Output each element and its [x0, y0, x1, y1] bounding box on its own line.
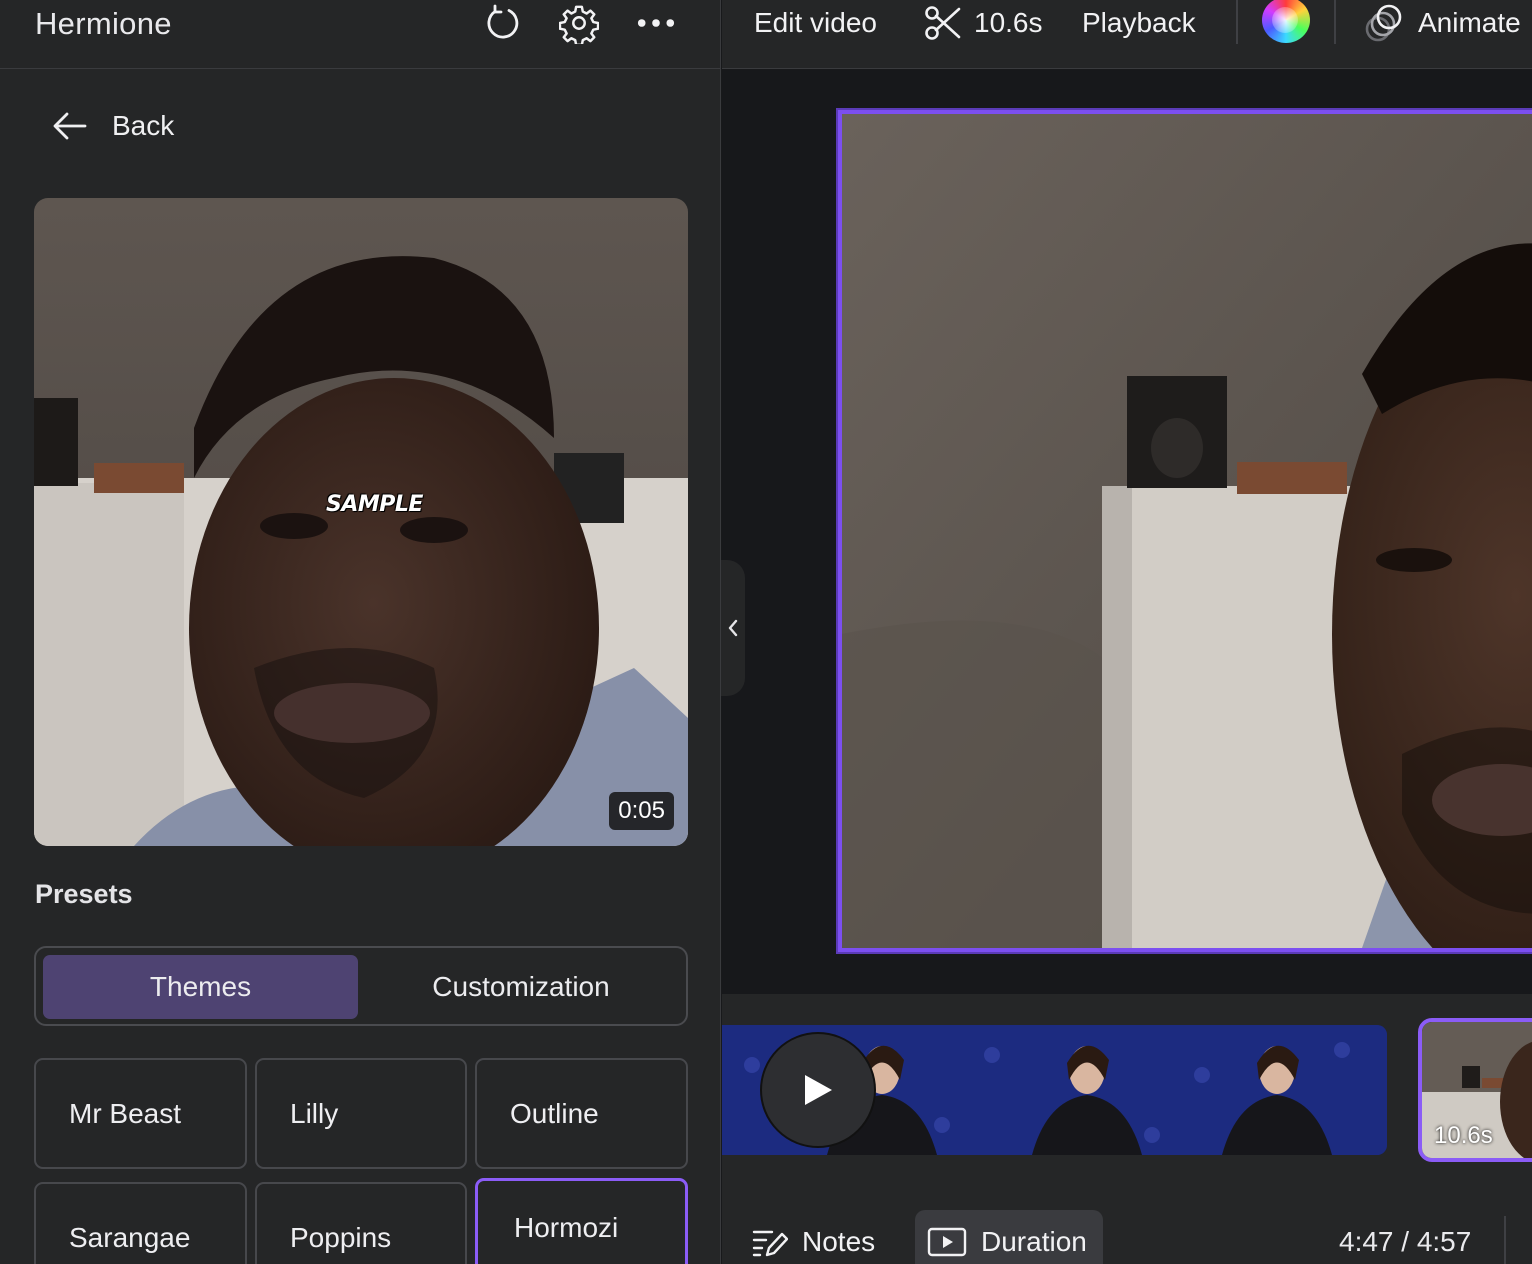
duration-button[interactable]: Duration: [915, 1210, 1103, 1264]
play-button[interactable]: [760, 1032, 876, 1148]
edit-video-button[interactable]: Edit video: [754, 3, 877, 43]
timeline-clip-selected[interactable]: 10.6s: [1418, 1018, 1532, 1162]
tab-customization[interactable]: Customization: [362, 955, 680, 1019]
presets-tabs: Themes Customization: [34, 946, 688, 1026]
notes-label: Notes: [802, 1226, 876, 1257]
preview-video-frame: [34, 198, 688, 846]
back-button[interactable]: Back: [52, 104, 174, 148]
main-video-frame: [842, 114, 1532, 948]
animate-icon: [1365, 4, 1402, 42]
more-icon[interactable]: [636, 3, 676, 43]
caption-sample-text: SAMPLE: [326, 492, 423, 517]
trim-duration: 10.6s: [974, 7, 1043, 38]
preset-poppins[interactable]: Poppins: [255, 1182, 467, 1264]
toolbar-divider: [1236, 0, 1238, 44]
app-title: Hermione: [35, 6, 172, 41]
side-panel: Hermione Back SAMPLE 0:05 Presets Themes…: [0, 0, 721, 1264]
arrow-left-icon: [53, 112, 87, 140]
section-title: Presets: [35, 879, 133, 909]
caption-preview[interactable]: SAMPLE 0:05: [34, 198, 688, 846]
trim-button[interactable]: 10.6s: [924, 3, 1043, 43]
animate-label: Animate: [1418, 7, 1521, 38]
color-wheel-icon[interactable]: [1262, 0, 1310, 43]
preview-time-badge: 0:05: [609, 792, 674, 830]
toolbar-divider: [1334, 0, 1336, 44]
animate-button[interactable]: Animate: [1364, 3, 1521, 43]
playback-button[interactable]: Playback: [1082, 3, 1196, 43]
preset-lilly[interactable]: Lilly: [255, 1058, 467, 1169]
preset-outline[interactable]: Outline: [475, 1058, 688, 1169]
gear-icon[interactable]: [559, 3, 599, 44]
playback-time: 4:47 / 4:57: [1339, 1226, 1472, 1257]
collapse-panel-button[interactable]: [721, 560, 745, 696]
preset-hormozi[interactable]: Hormozi: [475, 1178, 688, 1264]
scissors-icon: [925, 6, 961, 40]
back-label: Back: [112, 110, 175, 141]
video-icon: [927, 1227, 967, 1257]
duration-label: Duration: [981, 1226, 1087, 1257]
play-icon: [805, 1075, 832, 1105]
footer-divider: [1504, 1216, 1506, 1264]
editor-toolbar: Edit video 10.6s Playback Animate: [722, 0, 1532, 69]
preset-mr-beast[interactable]: Mr Beast: [34, 1058, 247, 1169]
selected-video-element[interactable]: [836, 108, 1532, 954]
notes-button[interactable]: Notes: [752, 1212, 875, 1264]
refresh-icon[interactable]: [483, 3, 523, 43]
panel-header: Hermione: [0, 0, 721, 69]
notes-icon: [752, 1230, 788, 1257]
chevron-left-icon: [728, 619, 738, 637]
clip-duration: 10.6s: [1434, 1122, 1493, 1149]
tab-themes[interactable]: Themes: [43, 955, 358, 1019]
preset-sarangae[interactable]: Sarangae: [34, 1182, 247, 1264]
